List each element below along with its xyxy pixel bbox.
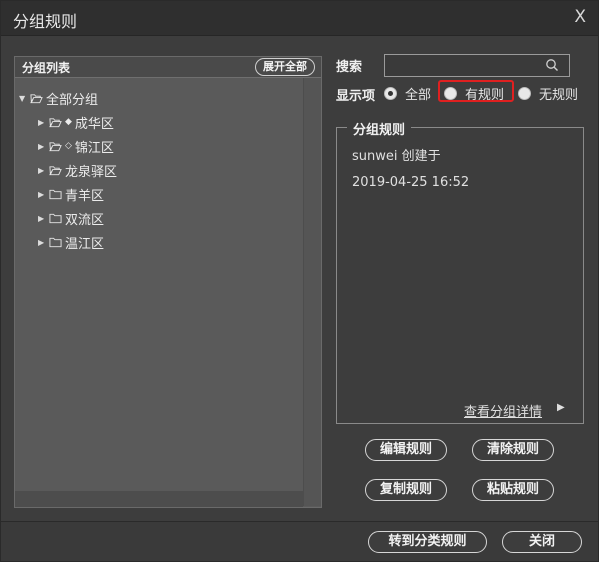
view-group-details-link[interactable]: 查看分组详情 bbox=[464, 401, 542, 420]
tree-item-label: 双流区 bbox=[65, 212, 105, 228]
copy-rule-button[interactable]: 复制规则 bbox=[365, 479, 447, 501]
highlight-box bbox=[438, 80, 514, 102]
close-icon[interactable]: X bbox=[574, 7, 586, 27]
tree-item-chenghua[interactable]: ▶ ◆ 成华区 bbox=[38, 112, 114, 132]
folder-icon bbox=[49, 237, 62, 247]
tree-item-label: 成华区 bbox=[74, 116, 114, 132]
folder-icon bbox=[49, 213, 62, 223]
tree-item-jinjiang[interactable]: ▶ ◇ 锦江区 bbox=[38, 136, 114, 156]
group-tree: ▼ 全部分组 ▶ ◆ 成华区 ▶ ◇ 锦江区 ▶ 龙泉驿区 ▶ 青羊区 ▶ 双流… bbox=[15, 78, 303, 488]
created-timestamp: 2019-04-25 16:52 bbox=[352, 175, 470, 190]
caret-right-icon[interactable]: ▶ bbox=[38, 142, 48, 151]
radio-option-no-rule[interactable]: 无规则 bbox=[518, 84, 579, 103]
search-icon[interactable] bbox=[545, 58, 559, 72]
tree-item-label: 龙泉驿区 bbox=[65, 164, 118, 180]
open-folder-icon bbox=[30, 93, 43, 103]
open-folder-icon bbox=[49, 141, 62, 151]
tree-item-label: 温江区 bbox=[65, 236, 105, 252]
caret-right-icon[interactable]: ▶ bbox=[38, 118, 48, 127]
horizontal-scrollbar[interactable] bbox=[15, 491, 303, 507]
diamond-filled-icon: ◆ bbox=[65, 117, 72, 127]
chevron-right-icon[interactable]: ▶ bbox=[557, 402, 565, 413]
radio-no-rule[interactable] bbox=[518, 86, 531, 100]
group-rule-dialog: 分组规则 X 分组列表 展开全部 ▼ 全部分组 ▶ ◆ 成华区 ▶ ◇ 锦江区 … bbox=[0, 0, 599, 562]
tree-item-label: 锦江区 bbox=[74, 140, 114, 156]
tree-item-wenjiang[interactable]: ▶ 温江区 bbox=[38, 232, 104, 252]
group-list-header: 分组列表 展开全部 bbox=[15, 57, 321, 78]
open-folder-icon bbox=[49, 117, 62, 127]
caret-down-icon[interactable]: ▼ bbox=[19, 94, 29, 103]
expand-all-button[interactable]: 展开全部 bbox=[255, 58, 315, 76]
title-bar: 分组规则 X bbox=[1, 1, 598, 36]
tree-item-qingyang[interactable]: ▶ 青羊区 bbox=[38, 184, 104, 204]
radio-option-all[interactable]: 全部 bbox=[384, 84, 432, 103]
tree-item-label: 青羊区 bbox=[65, 188, 105, 204]
close-button[interactable]: 关闭 bbox=[502, 531, 582, 553]
caret-right-icon[interactable]: ▶ bbox=[38, 214, 48, 223]
diamond-outline-icon: ◇ bbox=[65, 141, 72, 151]
creator-line: sunwei 创建于 bbox=[352, 149, 441, 164]
folder-icon bbox=[49, 189, 62, 199]
rule-info-box bbox=[336, 127, 584, 424]
go-to-classify-rule-button[interactable]: 转到分类规则 bbox=[368, 531, 487, 553]
radio-all[interactable] bbox=[384, 86, 397, 100]
group-list-title: 分组列表 bbox=[22, 61, 71, 75]
display-label: 显示项 bbox=[336, 89, 376, 104]
radio-no-rule-label: 无规则 bbox=[539, 87, 579, 103]
search-label: 搜索 bbox=[336, 60, 363, 75]
tree-item-label: 全部分组 bbox=[46, 92, 99, 108]
rule-info-legend: 分组规则 bbox=[347, 119, 412, 138]
group-list-panel: 分组列表 展开全部 ▼ 全部分组 ▶ ◆ 成华区 ▶ ◇ 锦江区 ▶ 龙泉驿区 … bbox=[14, 56, 322, 508]
caret-right-icon[interactable]: ▶ bbox=[38, 238, 48, 247]
tree-item-longquanyi[interactable]: ▶ 龙泉驿区 bbox=[38, 160, 117, 180]
tree-item-shuangliu[interactable]: ▶ 双流区 bbox=[38, 208, 104, 228]
dialog-title: 分组规则 bbox=[13, 12, 78, 31]
edit-rule-button[interactable]: 编辑规则 bbox=[365, 439, 447, 461]
caret-right-icon[interactable]: ▶ bbox=[38, 166, 48, 175]
vertical-scrollbar[interactable] bbox=[303, 78, 321, 506]
search-input[interactable] bbox=[384, 54, 570, 77]
radio-all-label: 全部 bbox=[405, 87, 432, 103]
paste-rule-button[interactable]: 粘贴规则 bbox=[472, 479, 554, 501]
clear-rule-button[interactable]: 清除规则 bbox=[472, 439, 554, 461]
caret-right-icon[interactable]: ▶ bbox=[38, 190, 48, 199]
tree-item-all-groups[interactable]: ▼ 全部分组 bbox=[19, 88, 98, 108]
open-folder-icon bbox=[49, 165, 62, 175]
